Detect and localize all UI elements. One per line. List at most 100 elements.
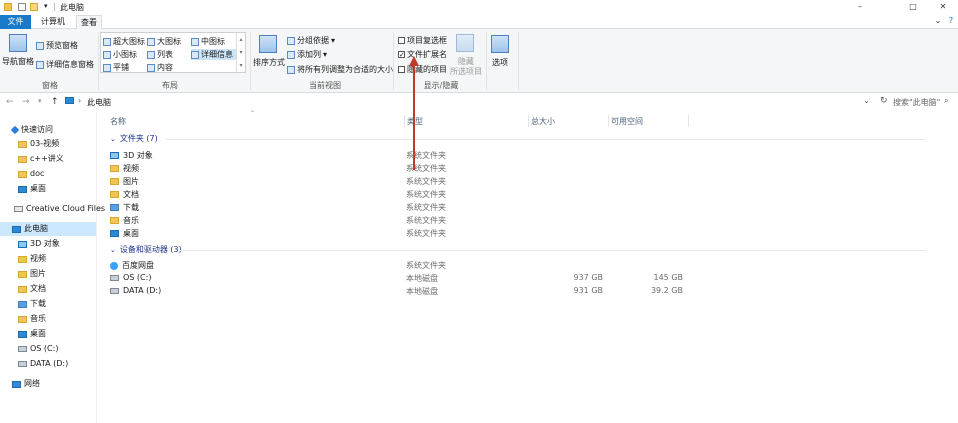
item-checkboxes-toggle[interactable]: 项目复选框 — [398, 35, 447, 46]
layout-tiles[interactable]: 平铺 — [103, 62, 129, 73]
tab-file[interactable]: 文件 — [0, 15, 31, 29]
hide-selected-label-1: 隐藏 — [458, 57, 474, 66]
table-row[interactable]: 百度网盘 系统文件夹 — [98, 258, 958, 271]
nav-label: Creative Cloud Files — [26, 204, 106, 213]
row-name: DATA (D:) — [123, 286, 162, 295]
layout-large-icons[interactable]: 大图标 — [147, 36, 181, 47]
address-input[interactable]: › 此电脑 ⌄ — [63, 96, 870, 109]
nav-this-pc[interactable]: 此电脑 — [0, 222, 96, 236]
close-button[interactable]: ✕ — [936, 1, 950, 13]
nav-creative-cloud[interactable]: Creative Cloud Files — [0, 202, 105, 216]
help-button[interactable]: ? — [944, 15, 958, 27]
nav-pc-item[interactable]: 下载 — [0, 297, 96, 311]
table-row[interactable]: OS (C:) 本地磁盘 937 GB 145 GB — [98, 271, 958, 284]
drive-icon — [18, 346, 27, 352]
layout-scroll-button[interactable]: ▴ ▾ ▾ — [236, 33, 245, 72]
address-dropdown-icon[interactable]: ⌄ — [863, 96, 870, 105]
file-extensions-toggle[interactable]: ✓ 文件扩展名 — [398, 49, 447, 60]
nav-quick-item[interactable]: 桌面 — [0, 182, 96, 196]
column-header-type[interactable]: 类型 — [407, 116, 423, 127]
up-arrow-icon[interactable]: ↑ — [51, 97, 59, 107]
ribbon-expand-button[interactable]: ⌄ — [931, 15, 945, 27]
nav-pc-item[interactable]: 图片 — [0, 267, 96, 281]
table-row[interactable]: 桌面 系统文件夹 — [98, 226, 958, 239]
details-pane-button[interactable]: 详细信息窗格 — [36, 59, 94, 70]
nav-pc-item[interactable]: 3D 对象 — [0, 237, 96, 251]
downloads-icon — [110, 204, 119, 211]
customize-quick-access-icon[interactable]: ▾ — [44, 3, 52, 11]
row-free-space: 145 GB — [653, 273, 684, 282]
table-row[interactable]: DATA (D:) 本地磁盘 931 GB 39.2 GB — [98, 284, 958, 297]
table-row[interactable]: 视频 系统文件夹 — [98, 161, 958, 174]
preview-pane-button[interactable]: 预览窗格 — [36, 40, 78, 51]
checkbox[interactable] — [398, 37, 405, 44]
star-icon — [10, 125, 20, 135]
checkbox-checked[interactable]: ✓ — [398, 51, 405, 59]
folder-icon — [18, 170, 27, 178]
group-header-folders[interactable]: ⌄ 文件夹 (7) — [110, 133, 158, 144]
forward-arrow-icon[interactable]: → — [22, 97, 30, 107]
table-row[interactable]: 音乐 系统文件夹 — [98, 213, 958, 226]
column-header-total-size[interactable]: 总大小 — [531, 116, 555, 127]
layout-list[interactable]: 列表 — [147, 49, 173, 60]
options-icon[interactable] — [491, 35, 509, 53]
nav-quick-access[interactable]: 快速访问 — [0, 123, 96, 137]
desktop-icon — [18, 185, 27, 193]
back-arrow-icon[interactable]: ← — [6, 97, 14, 107]
tab-computer[interactable]: 计算机 — [36, 15, 70, 29]
breadcrumb-chevron-icon[interactable]: › — [78, 96, 81, 105]
nav-quick-item[interactable]: doc — [0, 167, 96, 181]
search-icon[interactable]: ⌕ — [944, 96, 948, 106]
column-header-name[interactable]: 名称 — [110, 116, 126, 127]
column-divider[interactable] — [528, 115, 529, 127]
nav-pc-item[interactable]: DATA (D:) — [0, 357, 96, 371]
maximize-button[interactable]: □ — [906, 1, 920, 13]
title-bar: ▾ | 此电脑 – □ ✕ — [0, 0, 958, 14]
layout-small-icons[interactable]: 小图标 — [103, 49, 137, 60]
table-row[interactable]: 图片 系统文件夹 — [98, 174, 958, 187]
nav-pc-item[interactable]: 文档 — [0, 282, 96, 296]
layout-medium-icons[interactable]: 中图标 — [191, 36, 225, 47]
row-name: 3D 对象 — [123, 151, 153, 160]
preview-pane-label: 预览窗格 — [46, 41, 78, 50]
column-header-free-space[interactable]: 可用空间 — [611, 116, 643, 127]
pc-icon — [65, 97, 74, 104]
nav-pc-item[interactable]: 桌面 — [0, 327, 96, 341]
nav-network[interactable]: 网络 — [0, 377, 96, 391]
recent-locations-icon[interactable]: ▾ — [38, 97, 42, 105]
row-name: 音乐 — [123, 216, 139, 225]
column-divider[interactable] — [608, 115, 609, 127]
add-columns-button[interactable]: 添加列 ▾ — [287, 49, 327, 60]
checkbox[interactable] — [398, 66, 405, 73]
options-button[interactable]: 选项 — [492, 57, 508, 68]
sort-by-button[interactable]: 排序方式 — [253, 57, 285, 68]
fit-columns-button[interactable]: 将所有列调整为合适的大小 — [287, 64, 393, 75]
hidden-items-toggle[interactable]: 隐藏的项目 — [398, 64, 447, 75]
nav-pc-item[interactable]: 视频 — [0, 252, 96, 266]
refresh-icon[interactable]: ↻ — [880, 96, 888, 106]
nav-quick-item[interactable]: c++讲义 — [0, 152, 96, 166]
group-by-button[interactable]: 分组依据 ▾ — [287, 35, 335, 46]
table-row[interactable]: 下载 系统文件夹 — [98, 200, 958, 213]
layout-extra-large-icons[interactable]: 超大图标 — [103, 36, 145, 47]
nav-quick-item[interactable]: 03-视频 — [0, 137, 96, 151]
hide-selected-button: 隐藏 所选项目 — [448, 57, 484, 77]
column-divider[interactable] — [688, 115, 689, 127]
layout-content[interactable]: 内容 — [147, 62, 173, 73]
table-row[interactable]: 文档 系统文件夹 — [98, 187, 958, 200]
nav-pc-item[interactable]: OS (C:) — [0, 342, 96, 356]
properties-icon[interactable] — [18, 3, 26, 11]
music-icon — [18, 315, 27, 323]
tab-view[interactable]: 查看 — [76, 15, 102, 29]
sort-by-icon[interactable] — [259, 35, 277, 53]
nav-pane-button[interactable]: 导航窗格 — [2, 56, 34, 67]
minimize-button[interactable]: – — [853, 1, 867, 13]
nav-pc-item[interactable]: 音乐 — [0, 312, 96, 326]
layout-details[interactable]: 详细信息 — [191, 49, 236, 60]
breadcrumb-this-pc[interactable]: 此电脑 — [87, 97, 111, 108]
column-divider[interactable] — [404, 115, 405, 127]
new-folder-icon[interactable] — [30, 3, 38, 11]
nav-pane-big-icon[interactable] — [9, 34, 27, 52]
table-row[interactable]: 3D 对象 系统文件夹 — [98, 148, 958, 161]
group-header-devices[interactable]: ⌄ 设备和驱动器 (3) — [110, 244, 182, 255]
